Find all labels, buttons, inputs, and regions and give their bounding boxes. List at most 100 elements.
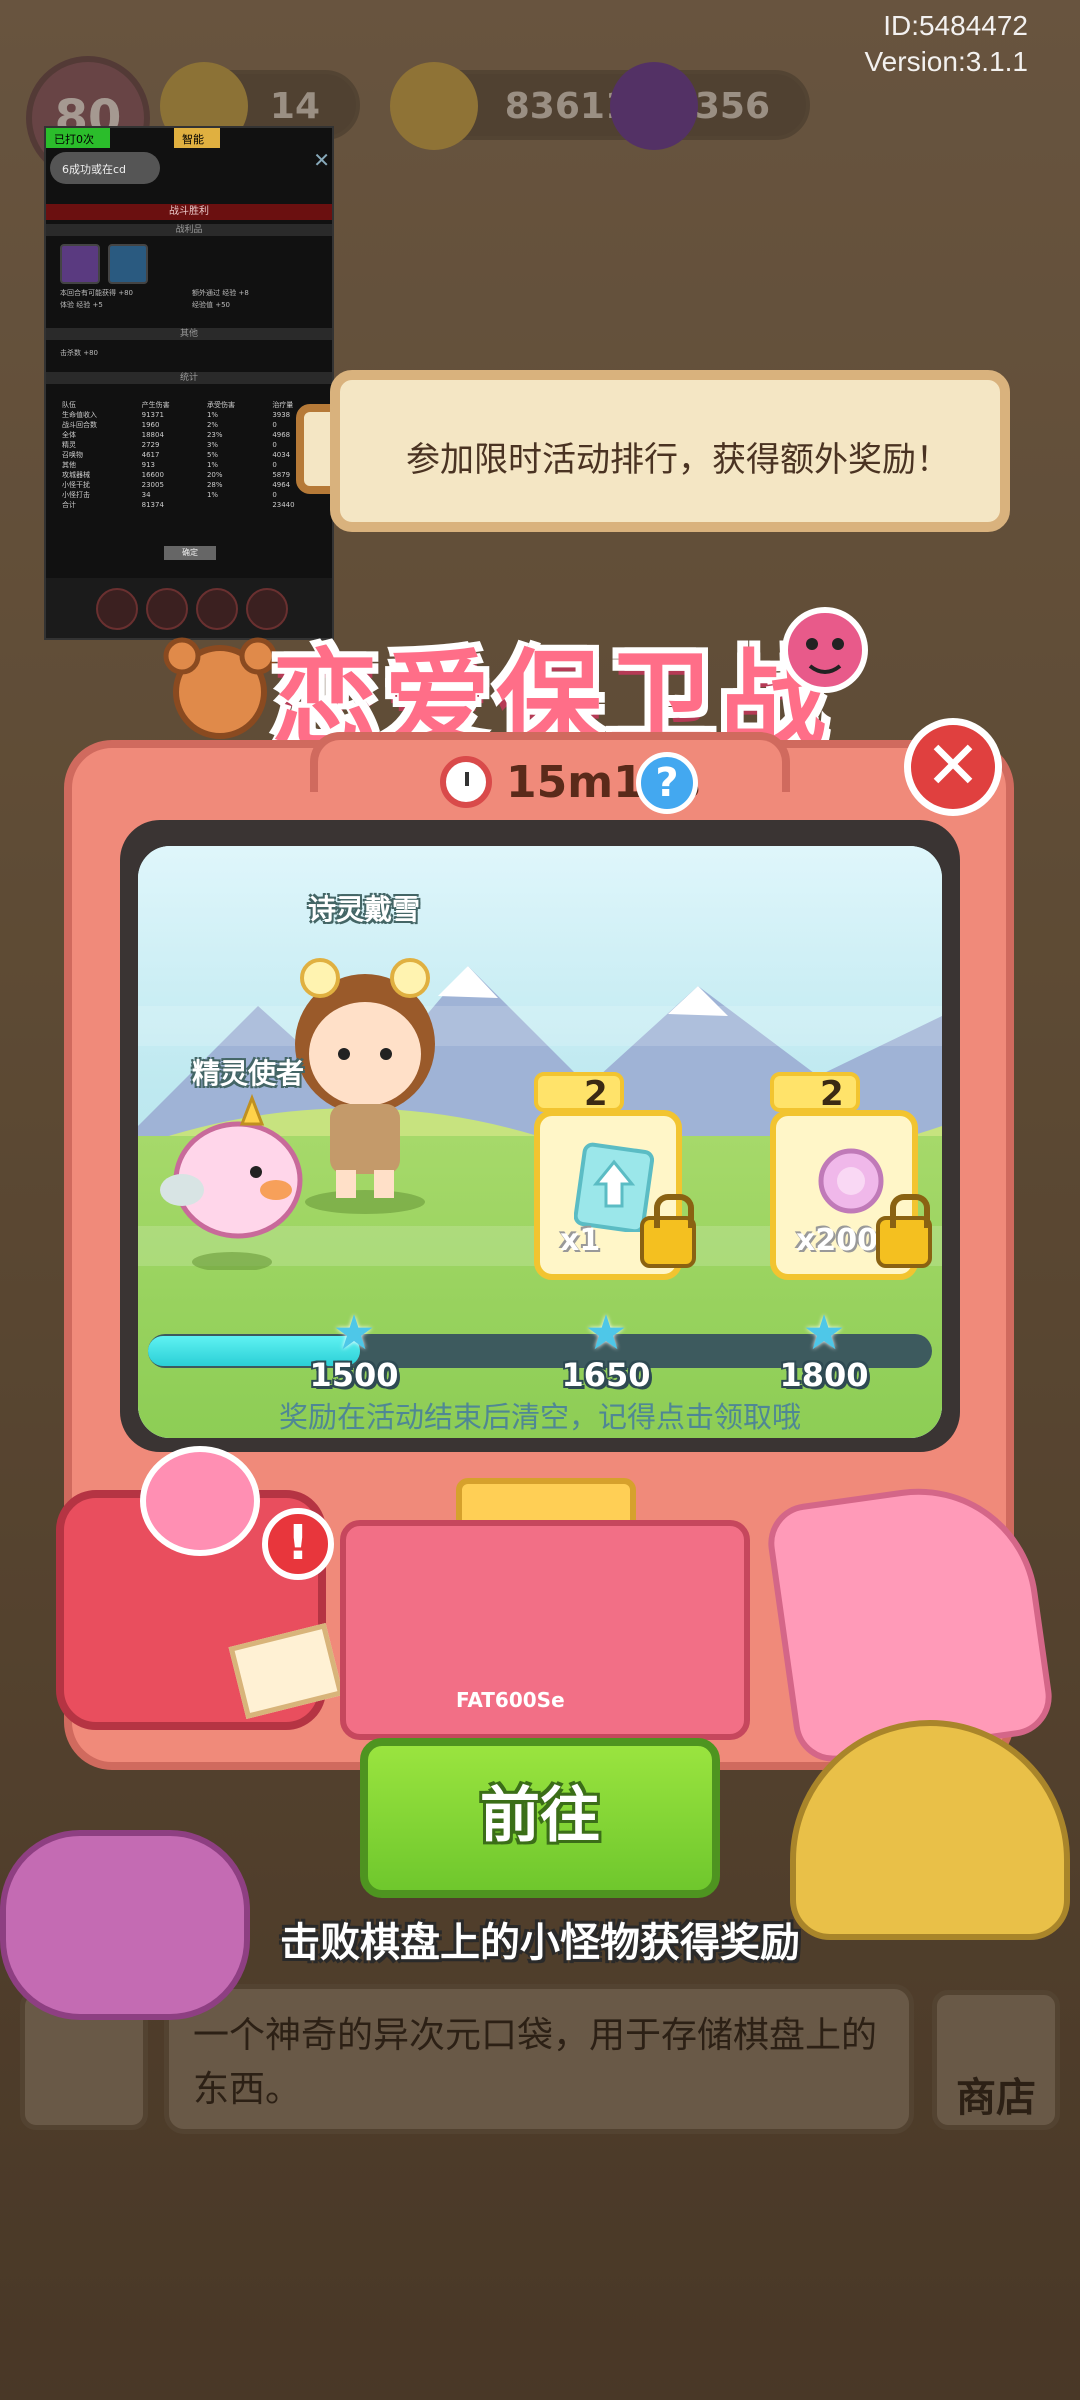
table-row: 合计 81374 23440 <box>60 500 324 510</box>
other-section: 其他 <box>46 328 332 340</box>
cell: 全体 <box>62 431 76 439</box>
cell: 4617 <box>141 451 160 459</box>
cell: 召唤物 <box>62 451 83 459</box>
table-row: 小怪干扰 23005 28% 4964 <box>60 480 324 490</box>
cell: 2729 <box>141 441 160 449</box>
cell: 913 <box>141 461 155 469</box>
milestone: ★ 1500 <box>294 1305 414 1394</box>
build-info: ID:5484472 Version:3.1.1 <box>865 8 1028 80</box>
table-row: 生命值收入 91371 1% 3938 <box>60 410 324 420</box>
close-button[interactable]: ✕ <box>904 718 1002 816</box>
cell: 小怪干扰 <box>62 481 90 489</box>
star-badge <box>534 1072 624 1112</box>
debug-line: 本回合有可能获得 +80 <box>60 289 133 297</box>
cell: 91371 <box>141 411 164 419</box>
lock-icon <box>876 1194 932 1268</box>
skill-icon[interactable] <box>96 588 138 630</box>
cell: 战斗回合数 <box>62 421 97 429</box>
cell: 81374 <box>141 501 164 509</box>
loot-item-icon[interactable] <box>60 244 100 284</box>
version-text: Version:3.1.1 <box>864 46 1028 77</box>
pink-creature-icon <box>160 1093 303 1270</box>
table-header: 队伍 <box>62 401 76 409</box>
table-row: 攻城器械 16600 20% 5879 <box>60 470 324 480</box>
bottom-hint: 击败棋盘上的小怪物获得奖励 <box>280 1920 800 1966</box>
star-icon: ★ <box>802 1305 846 1361</box>
table-row: 召唤物 4617 5% 4034 <box>60 450 324 460</box>
tv-screen: 诗灵戴雪 精灵使者 2 x1 2 x200 ★ 1500 ★ 1650 ★ 18… <box>138 846 942 1438</box>
cupid-mascot-icon <box>770 590 880 710</box>
cell: 1% <box>206 491 219 499</box>
milestone: ★ 1800 <box>764 1305 884 1394</box>
cell: 23% <box>206 431 223 439</box>
bear-character-icon <box>160 632 280 742</box>
table-row: 战斗回合数 1960 2% 0 <box>60 420 324 430</box>
cell: 1% <box>206 411 219 419</box>
cell: 1% <box>206 461 219 469</box>
character-name: 诗灵戴雪 <box>308 893 421 926</box>
table-header: 产生伤害 <box>141 401 170 409</box>
skill-icon[interactable] <box>146 588 188 630</box>
heart-icon <box>140 1446 260 1556</box>
cell: 23440 <box>272 501 295 509</box>
skill-icon[interactable] <box>196 588 238 630</box>
reward-card[interactable]: 2 x1 <box>534 1072 696 1280</box>
ranking-banner[interactable]: 参加限时活动排行，获得额外奖励！ <box>330 370 1010 532</box>
cell: 34 <box>141 491 151 499</box>
table-row: 精灵 2729 3% 0 <box>60 440 324 450</box>
cell: 1960 <box>141 421 160 429</box>
cell: 23005 <box>141 481 164 489</box>
lock-icon <box>640 1194 696 1268</box>
pink-flower-icon <box>818 1148 884 1214</box>
cell: 5% <box>206 451 219 459</box>
battle-result-title: 战斗胜利 <box>46 204 332 220</box>
cell: 其他 <box>62 461 76 469</box>
table-row: 小怪打击 34 1% 0 <box>60 490 324 500</box>
cell: 精灵 <box>62 441 76 449</box>
scanline <box>138 1006 942 1046</box>
go-button[interactable]: 前往 <box>360 1738 720 1898</box>
debug-line: 击杀数 +80 <box>60 349 98 357</box>
table-row: 全体 18804 23% 4968 <box>60 430 324 440</box>
debug-close-icon[interactable]: ✕ <box>313 148 330 172</box>
cell: 小怪打击 <box>62 491 90 499</box>
character-name: 精灵使者 <box>192 1057 305 1090</box>
milestone-value: 1800 <box>779 1356 869 1394</box>
console-label: FAT600Se <box>456 1688 565 1712</box>
reward-count: x200 <box>796 1223 878 1258</box>
reward-card[interactable]: 2 x200 <box>770 1072 932 1280</box>
star-badge <box>770 1072 860 1112</box>
loot-item-icon[interactable] <box>108 244 148 284</box>
debug-line: 经验值 +50 <box>192 301 230 309</box>
reward-tip: 奖励在活动结束后清空，记得点击领取哦 <box>278 1400 801 1434</box>
debug-confirm-button[interactable]: 确定 <box>164 546 216 560</box>
milestone: ★ 1650 <box>546 1309 666 1394</box>
cell: 16600 <box>141 471 164 479</box>
cell: 合计 <box>62 501 76 509</box>
cell <box>205 500 270 510</box>
alert-icon[interactable]: ! <box>262 1508 334 1580</box>
cell: 28% <box>206 481 223 489</box>
table-header: 承受伤害 <box>206 401 235 409</box>
cell: 生命值收入 <box>62 411 97 419</box>
table-row: 其他 913 1% 0 <box>60 460 324 470</box>
milestone-value: 1650 <box>561 1356 651 1394</box>
status-pill: 6成功或在cd <box>50 152 160 184</box>
star-icon: ★ <box>332 1305 376 1361</box>
debug-line: 体验 经验 +5 <box>60 301 103 309</box>
stats-table: 队伍 产生伤害 承受伤害 治疗量 生命值收入 91371 1% 3938 战斗回合数 1… <box>60 400 324 510</box>
table-header-row: 队伍 产生伤害 承受伤害 治疗量 <box>60 400 324 410</box>
banner-text: 参加限时活动排行，获得额外奖励！ <box>406 440 950 480</box>
loot-section: 战利品 <box>46 224 332 236</box>
milestone-value: 1500 <box>309 1356 399 1394</box>
cell: 2% <box>206 421 219 429</box>
mode-tag[interactable]: 智能 <box>174 128 220 148</box>
reward-stars: 2 <box>584 1074 608 1114</box>
debug-panel: 已打0次 智能 6成功或在cd ✕ 战斗胜利 战利品 本回合有可能获得 +80 … <box>44 126 334 640</box>
stats-section: 统计 <box>46 372 332 384</box>
help-button[interactable]: ? <box>636 752 698 814</box>
clock-icon <box>440 756 492 808</box>
player-id: ID:5484472 <box>883 10 1028 41</box>
debug-line: 额外通过 经验 +8 <box>192 289 249 297</box>
cell: 3% <box>206 441 219 449</box>
